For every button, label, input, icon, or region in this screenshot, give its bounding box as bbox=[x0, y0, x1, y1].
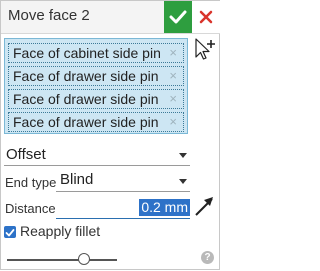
face-item[interactable]: Face of drawer side pin × bbox=[8, 112, 184, 132]
remove-face-icon[interactable]: × bbox=[169, 113, 177, 131]
face-item[interactable]: Face of drawer side pin × bbox=[8, 89, 184, 109]
face-item-label: Face of drawer side pin bbox=[13, 91, 159, 107]
flip-direction-icon[interactable] bbox=[193, 194, 217, 218]
help-icon[interactable]: ? bbox=[201, 251, 214, 264]
cancel-button[interactable] bbox=[192, 1, 220, 33]
chevron-down-icon bbox=[179, 153, 187, 158]
end-type-label: End type bbox=[5, 175, 57, 190]
face-item[interactable]: Face of drawer side pin × bbox=[8, 66, 184, 86]
add-selection-cursor-icon bbox=[195, 38, 215, 60]
reapply-fillet-label: Reapply fillet bbox=[20, 223, 101, 239]
end-type-dropdown[interactable]: Blind bbox=[56, 171, 190, 192]
distance-value: 0.2 mm bbox=[139, 199, 190, 216]
slider-thumb[interactable] bbox=[78, 253, 90, 265]
close-icon bbox=[199, 10, 213, 24]
face-item-label: Face of drawer side pin bbox=[13, 68, 159, 84]
distance-input[interactable]: 0.2 mm bbox=[56, 198, 190, 219]
face-item[interactable]: Face of cabinet side pin × bbox=[8, 43, 184, 63]
faces-selection-list[interactable]: Face of cabinet side pin × Face of drawe… bbox=[4, 38, 188, 134]
remove-face-icon[interactable]: × bbox=[169, 44, 177, 62]
remove-face-icon[interactable]: × bbox=[169, 90, 177, 108]
chevron-down-icon bbox=[179, 179, 187, 184]
move-type-value: Offset bbox=[6, 146, 46, 163]
distance-label: Distance bbox=[5, 201, 56, 216]
slider-track[interactable] bbox=[7, 259, 117, 261]
remove-face-icon[interactable]: × bbox=[169, 67, 177, 85]
end-type-value: Blind bbox=[60, 171, 94, 188]
face-item-label: Face of cabinet side pin bbox=[13, 45, 161, 61]
accept-button[interactable] bbox=[164, 1, 192, 33]
dialog-title: Move face 2 bbox=[8, 7, 90, 24]
reapply-fillet-checkbox[interactable] bbox=[4, 226, 16, 238]
dialog-header: Move face 2 bbox=[1, 1, 220, 34]
face-item-label: Face of drawer side pin bbox=[13, 114, 159, 130]
checkmark-icon bbox=[169, 10, 187, 24]
checkmark-icon bbox=[5, 229, 15, 237]
move-type-dropdown[interactable]: Offset bbox=[4, 145, 190, 166]
move-face-dialog: Move face 2 Face of cabinet side pin × F… bbox=[0, 0, 220, 270]
